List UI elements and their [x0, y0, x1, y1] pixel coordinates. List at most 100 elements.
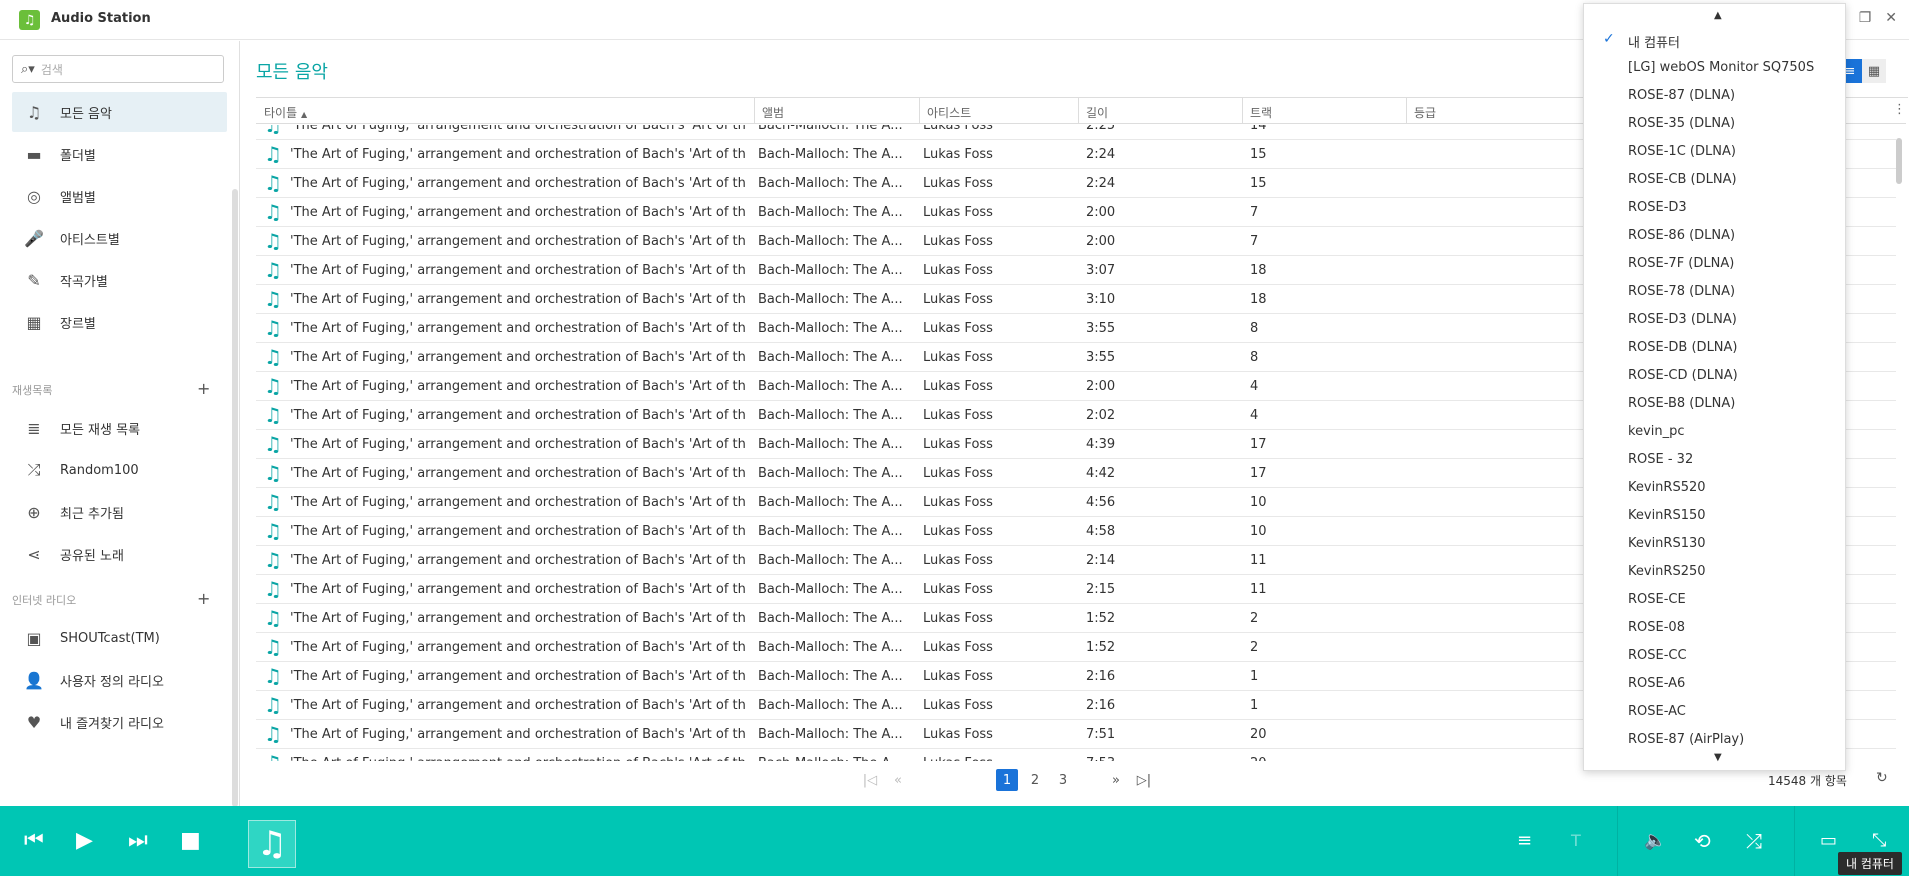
- folder-icon: ▬: [26, 144, 42, 164]
- previous-track-icon[interactable]: ⏮: [24, 828, 44, 853]
- column-header-track[interactable]: 트랙: [1250, 104, 1272, 122]
- mini-player-icon[interactable]: ⤡: [1872, 830, 1886, 851]
- cell-album: Bach-Malloch: The A...: [758, 408, 903, 423]
- page-button-3[interactable]: 3: [1052, 769, 1074, 791]
- device-menu-item[interactable]: ROSE-CC: [1628, 648, 1687, 663]
- refresh-icon[interactable]: ↻: [1876, 770, 1888, 786]
- device-menu-item[interactable]: 내 컴퓨터: [1628, 32, 1680, 51]
- cell-artist: Lukas Foss: [923, 524, 993, 539]
- cell-album: Bach-Malloch: The A...: [758, 176, 903, 191]
- cell-title: 'The Art of Fuging,' arrangement and orc…: [290, 263, 746, 278]
- stop-icon[interactable]: ■: [180, 828, 201, 853]
- column-header-title[interactable]: 타이틀 ▲: [264, 104, 307, 122]
- cell-title: 'The Art of Fuging,' arrangement and orc…: [290, 611, 746, 626]
- scroll-down-icon[interactable]: ▼: [1714, 752, 1722, 763]
- device-menu-item[interactable]: ROSE-1C (DLNA): [1628, 144, 1736, 159]
- page-button-2[interactable]: 2: [1024, 769, 1046, 791]
- device-menu-item[interactable]: KevinRS520: [1628, 480, 1706, 495]
- device-menu-item[interactable]: KevinRS130: [1628, 536, 1706, 551]
- cell-artist: Lukas Foss: [923, 756, 1073, 761]
- playlist-icon: ≣: [27, 418, 41, 438]
- cell-title: 'The Art of Fuging,' arrangement and orc…: [290, 379, 746, 394]
- window-controls: ❐ ✕: [1859, 10, 1897, 26]
- search-input[interactable]: ⌕▾ 검색: [12, 55, 224, 83]
- play-queue-icon[interactable]: ≡: [1517, 830, 1532, 851]
- sidebar-item-4[interactable]: ✎ 작곡가별: [12, 260, 227, 300]
- sidebar-item-1[interactable]: ▬ 폴더별: [12, 134, 227, 174]
- device-menu-item[interactable]: ROSE-86 (DLNA): [1628, 228, 1735, 243]
- device-menu-item[interactable]: ROSE-87 (AirPlay): [1628, 732, 1744, 747]
- shuffle-icon[interactable]: ⤮: [1746, 829, 1762, 853]
- cell-title: 'The Art of Fuging,' arrangement and orc…: [290, 698, 746, 713]
- radio-item-0[interactable]: ▣ SHOUTcast(TM): [12, 618, 227, 658]
- radio-item-2[interactable]: ♥ 내 즐겨찾기 라디오: [12, 702, 227, 742]
- device-menu-item[interactable]: [LG] webOS Monitor SQ750S: [1628, 60, 1814, 75]
- scroll-up-icon[interactable]: ▲: [1714, 10, 1722, 21]
- device-menu-item[interactable]: KevinRS150: [1628, 508, 1706, 523]
- column-header-rating[interactable]: 등급: [1414, 104, 1436, 122]
- next-pages-icon[interactable]: »: [1105, 769, 1127, 791]
- sidebar-scrollbar[interactable]: [232, 189, 238, 807]
- device-menu-item[interactable]: ROSE-A6: [1628, 676, 1685, 691]
- table-scrollbar[interactable]: [1896, 138, 1902, 184]
- page-button-1[interactable]: 1: [996, 769, 1018, 791]
- device-menu-item[interactable]: ROSE - 32: [1628, 452, 1693, 467]
- device-menu-item[interactable]: ROSE-CE: [1628, 592, 1686, 607]
- cell-artist: Lukas Foss: [923, 147, 993, 162]
- add-playlist-icon[interactable]: +: [197, 379, 210, 398]
- cell-track: 7: [1250, 234, 1259, 249]
- search-icon[interactable]: ⌕▾: [21, 62, 35, 77]
- sidebar-item-5[interactable]: ▦ 장르별: [12, 302, 227, 342]
- device-menu-item[interactable]: kevin_pc: [1628, 424, 1685, 439]
- device-menu-item[interactable]: ROSE-87 (DLNA): [1628, 88, 1735, 103]
- playlist-item-2[interactable]: ⊕ 최근 추가됨: [12, 492, 227, 532]
- device-menu-item[interactable]: ROSE-7F (DLNA): [1628, 256, 1734, 271]
- volume-icon[interactable]: 🔈: [1644, 830, 1666, 851]
- share-icon: ⋖: [27, 544, 41, 564]
- device-menu-item[interactable]: ROSE-D3: [1628, 200, 1687, 215]
- device-menu-item[interactable]: ROSE-08: [1628, 620, 1685, 635]
- device-menu-item[interactable]: ROSE-DB (DLNA): [1628, 340, 1738, 355]
- device-menu-item[interactable]: ROSE-D3 (DLNA): [1628, 312, 1737, 327]
- genre-grid-icon: ▦: [26, 312, 42, 332]
- device-menu-item[interactable]: ROSE-CD (DLNA): [1628, 368, 1738, 383]
- music-note-icon: ♫: [264, 490, 282, 514]
- cell-track: 20: [1250, 756, 1400, 761]
- album-cover[interactable]: ♫: [248, 820, 296, 868]
- cell-length: 4:42: [1086, 466, 1116, 481]
- device-menu-item[interactable]: ROSE-78 (DLNA): [1628, 284, 1735, 299]
- sidebar-item-2[interactable]: ◎ 앨범별: [12, 176, 227, 216]
- playlist-item-0[interactable]: ≣ 모든 재생 목록: [12, 408, 227, 448]
- grid-view-button[interactable]: ▦: [1862, 59, 1886, 83]
- close-icon[interactable]: ✕: [1885, 10, 1897, 26]
- cell-track: 7: [1250, 205, 1259, 220]
- output-device-menu: ▲ ✓ 내 컴퓨터 [LG] webOS Monitor SQ750S ROSE-87…: [1583, 3, 1846, 771]
- device-menu-item[interactable]: KevinRS250: [1628, 564, 1706, 579]
- column-options-icon[interactable]: ⋮: [1893, 102, 1906, 117]
- prev-pages-icon[interactable]: «: [887, 769, 909, 791]
- device-menu-item[interactable]: ROSE-CB (DLNA): [1628, 172, 1737, 187]
- device-menu-item[interactable]: ROSE-B8 (DLNA): [1628, 396, 1735, 411]
- play-icon[interactable]: ▶: [76, 828, 93, 853]
- device-menu-item[interactable]: ROSE-35 (DLNA): [1628, 116, 1735, 131]
- playlist-item-1[interactable]: ⤮ Random100: [12, 450, 227, 490]
- next-track-icon[interactable]: ⏭: [128, 828, 148, 853]
- cell-artist: Lukas Foss: [923, 350, 993, 365]
- sidebar-item-0[interactable]: ♫ 모든 음악: [12, 92, 227, 132]
- column-header-length[interactable]: 길이: [1086, 104, 1108, 122]
- cell-album: Bach-Malloch: The A...: [758, 611, 903, 626]
- last-page-icon[interactable]: ▷|: [1133, 769, 1155, 791]
- column-header-album[interactable]: 앨범: [762, 104, 784, 122]
- output-device-icon[interactable]: ▭: [1820, 830, 1837, 851]
- sidebar-item-3[interactable]: 🎤 아티스트별: [12, 218, 227, 258]
- device-menu-item[interactable]: ROSE-AC: [1628, 704, 1686, 719]
- column-header-artist[interactable]: 아티스트: [927, 104, 971, 122]
- add-radio-icon[interactable]: +: [197, 589, 210, 608]
- radio-item-1[interactable]: 👤 사용자 정의 라디오: [12, 660, 227, 700]
- playlist-item-3[interactable]: ⋖ 공유된 노래: [12, 534, 227, 574]
- music-note-icon: ♫: [264, 461, 282, 485]
- restore-window-icon[interactable]: ❐: [1859, 10, 1872, 26]
- repeat-icon[interactable]: ⟲: [1694, 829, 1711, 853]
- first-page-icon[interactable]: |◁: [859, 769, 881, 791]
- cell-artist: Lukas Foss: [923, 495, 993, 510]
